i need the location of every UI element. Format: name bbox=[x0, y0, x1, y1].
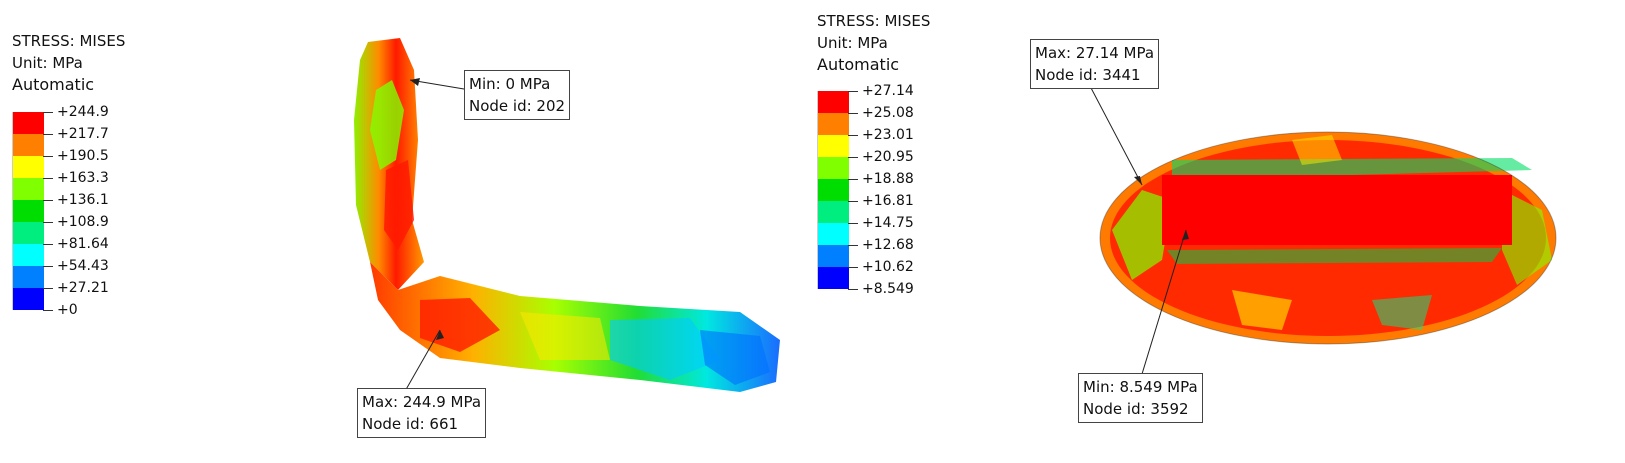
scale-color-cell bbox=[817, 267, 849, 289]
min-callout-left[interactable]: Min: 0 MPa Node id: 202 bbox=[464, 70, 571, 120]
scale-color-cell bbox=[817, 179, 849, 201]
tick-label: +14.75 bbox=[862, 215, 914, 231]
tick-mark bbox=[43, 288, 53, 289]
tick-label: +244.9 bbox=[57, 104, 109, 120]
tick-mark bbox=[848, 245, 858, 246]
min-node-label: Node id: 202 bbox=[469, 97, 566, 115]
tick-label: +136.1 bbox=[57, 192, 109, 208]
scale-color-cell bbox=[12, 156, 44, 178]
tick-label: +23.01 bbox=[862, 127, 914, 143]
tick-mark bbox=[848, 223, 858, 224]
tick-label: +27.14 bbox=[862, 83, 914, 99]
tick-mark bbox=[43, 200, 53, 201]
tick-label: +81.64 bbox=[57, 236, 109, 252]
scale-color-cell bbox=[817, 245, 849, 267]
tick-label: +12.68 bbox=[862, 237, 914, 253]
scale-color-cell bbox=[12, 178, 44, 200]
legend-mode: Automatic bbox=[12, 75, 95, 94]
scale-color-cell bbox=[817, 91, 849, 113]
scale-color-cell bbox=[817, 223, 849, 245]
stress-legend-left: STRESS: MISES Unit: MPa Automatic bbox=[12, 30, 125, 96]
tick-mark bbox=[848, 135, 858, 136]
max-callout-right[interactable]: Max: 27.14 MPa Node id: 3441 bbox=[1030, 39, 1160, 89]
max-node-label: Node id: 661 bbox=[362, 415, 459, 433]
tick-mark bbox=[848, 113, 858, 114]
tick-mark bbox=[43, 156, 53, 157]
tick-mark bbox=[848, 157, 858, 158]
tick-mark bbox=[848, 201, 858, 202]
min-node-label: Node id: 3592 bbox=[1083, 400, 1189, 418]
min-value-label: Min: 0 MPa bbox=[469, 75, 551, 93]
max-callout-left[interactable]: Max: 244.9 MPa Node id: 661 bbox=[357, 388, 487, 438]
legend-unit: Unit: MPa bbox=[12, 54, 83, 72]
legend-unit: Unit: MPa bbox=[817, 34, 888, 52]
min-value-label: Min: 8.549 MPa bbox=[1083, 378, 1198, 396]
scale-color-cell bbox=[12, 200, 44, 222]
scale-color-cell bbox=[817, 157, 849, 179]
max-node-label: Node id: 3441 bbox=[1035, 66, 1141, 84]
min-callout-right[interactable]: Min: 8.549 MPa Node id: 3592 bbox=[1078, 373, 1203, 423]
tick-label: +27.21 bbox=[57, 280, 109, 296]
tick-mark bbox=[43, 310, 53, 311]
tick-label: +10.62 bbox=[862, 259, 914, 275]
tick-mark bbox=[848, 91, 858, 92]
tick-label: +18.88 bbox=[862, 171, 914, 187]
tick-mark bbox=[43, 178, 53, 179]
right-viewport[interactable]: STRESS: MISES Unit: MPa Automatic +27.14… bbox=[812, 0, 1625, 463]
tick-mark bbox=[43, 222, 53, 223]
tick-mark bbox=[43, 266, 53, 267]
left-viewport[interactable]: STRESS: MISES Unit: MPa Automatic +244.9… bbox=[0, 0, 812, 463]
color-scale-bar-left bbox=[12, 112, 44, 310]
tick-label: +16.81 bbox=[862, 193, 914, 209]
max-value-label: Max: 27.14 MPa bbox=[1035, 44, 1155, 62]
tick-label: +217.7 bbox=[57, 126, 109, 142]
tick-label: +190.5 bbox=[57, 148, 109, 164]
legend-title: STRESS: MISES bbox=[12, 32, 126, 50]
oval-part-stress-model bbox=[1089, 85, 1557, 375]
scale-color-cell bbox=[12, 134, 44, 156]
tick-label: +108.9 bbox=[57, 214, 109, 230]
scale-color-cell bbox=[12, 288, 44, 310]
tick-label: +20.95 bbox=[862, 149, 914, 165]
scale-color-cell bbox=[12, 244, 44, 266]
legend-title: STRESS: MISES bbox=[817, 12, 931, 30]
tick-mark bbox=[43, 134, 53, 135]
tick-mark bbox=[848, 179, 858, 180]
scale-color-cell bbox=[12, 112, 44, 134]
stress-legend-right: STRESS: MISES Unit: MPa Automatic bbox=[817, 10, 930, 76]
scale-color-cell bbox=[817, 135, 849, 157]
tick-label: +163.3 bbox=[57, 170, 109, 186]
tick-mark bbox=[43, 244, 53, 245]
scale-color-cell bbox=[12, 222, 44, 244]
max-value-label: Max: 244.9 MPa bbox=[362, 393, 482, 411]
scale-color-cell bbox=[817, 201, 849, 223]
tick-label: +0 bbox=[57, 302, 78, 318]
tick-label: +25.08 bbox=[862, 105, 914, 121]
scale-color-cell bbox=[12, 266, 44, 288]
legend-mode: Automatic bbox=[817, 55, 900, 74]
scale-color-cell bbox=[817, 113, 849, 135]
tick-label: +54.43 bbox=[57, 258, 109, 274]
tick-mark bbox=[848, 289, 858, 290]
color-scale-bar-right bbox=[817, 91, 849, 289]
tick-mark bbox=[43, 112, 53, 113]
tick-mark bbox=[848, 267, 858, 268]
tick-label: +8.549 bbox=[862, 281, 914, 297]
